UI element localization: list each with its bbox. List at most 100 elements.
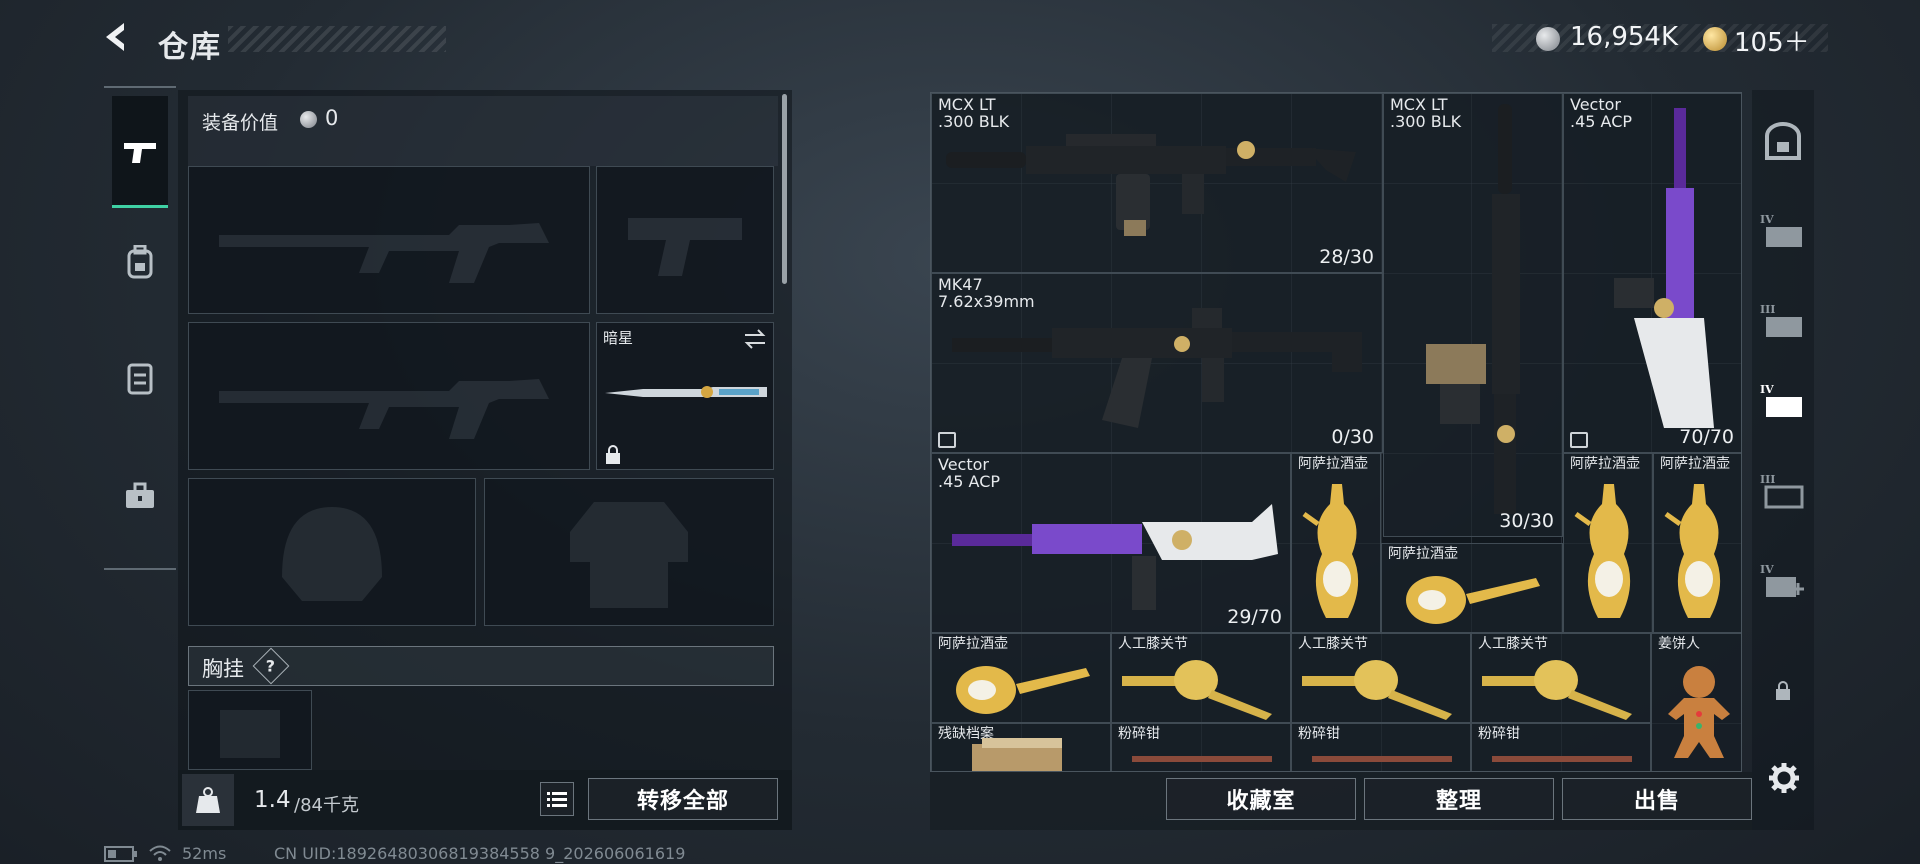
swap-icon[interactable] [743,329,767,349]
list-icon [547,792,567,807]
rifle-icon [952,308,1362,428]
rail-case-iv-selected[interactable]: IV [1752,356,1814,446]
rail-case-iv-add[interactable]: IV [1752,536,1814,626]
ewer-icon [1664,484,1721,618]
gold-balance[interactable]: 105＋ [1734,22,1810,59]
loadout-value: 0 [325,106,339,130]
chest-rig-label: 胸挂 [202,657,244,681]
svg-text:IV: IV [1760,213,1774,226]
pistol-slot[interactable] [596,166,774,314]
svg-text:IV: IV [1760,563,1774,576]
grid-item-pliers[interactable]: 粉碎钳 [1471,723,1651,771]
item-name: Vector .45 ACP [938,455,1001,491]
transfer-all-button[interactable]: 转移全部 [588,778,778,820]
rifle-icon [946,134,1356,236]
secondary-weapon-slot[interactable] [188,322,590,470]
pistol-silhouette-icon [628,218,742,276]
weight-icon [182,774,234,826]
ewer-icon [1574,484,1631,618]
rail-case-iii[interactable]: III [1752,446,1814,536]
grid-item-knee[interactable]: 人工膝关节 [1471,633,1651,723]
gold-coin-icon [1703,27,1727,51]
rail-case-iii[interactable]: III [1752,276,1814,366]
collection-room-button[interactable]: 收藏室 [1166,778,1356,820]
case-tier-iii-icon: III [1760,303,1802,337]
sort-button[interactable]: 整理 [1364,778,1554,820]
container-rail: IV III IV III IV [1752,90,1814,830]
knife-icon [605,386,767,398]
page-title: 仓库 [158,30,222,65]
rifle-silhouette-icon [219,223,549,283]
warehouse-grid: MCX LT .300 BLK 28/30 MCX LT .300 BLK 30/3… [930,92,1742,772]
rail-safe-box[interactable] [1752,96,1814,186]
chest-rig-icon [127,363,153,395]
ewer-lying-icon [956,666,1090,714]
item-name: 粉碎钳 [1298,726,1340,742]
settings-button[interactable] [1766,760,1802,796]
tab-weapons[interactable] [112,96,168,208]
grid-item-ewer[interactable]: 阿萨拉酒壶 [1291,453,1381,633]
silver-coin-icon [300,111,317,128]
weight-current: 1.4 [254,787,291,813]
loadout-tabs [104,86,176,570]
list-view-button[interactable] [540,782,574,816]
gear-icon [1769,763,1799,793]
item-name: 姜饼人 [1658,636,1700,652]
case-tier-iv-icon: IV [1760,213,1802,247]
grid-item-ewer[interactable]: 阿萨拉酒壶 [1653,453,1741,633]
grid-item-mk47[interactable]: MK47 7.62x39mm 0/30 [931,273,1383,453]
rail-case-iv[interactable]: IV [1752,186,1814,276]
grid-item-knee[interactable]: 人工膝关节 [1111,633,1291,723]
smg-vertical-icon [1614,108,1714,428]
grid-item-files[interactable]: 残缺档案 [931,723,1111,771]
armor-silhouette-icon [570,502,688,608]
uid-text: CN UID:18926480306819384558 9_2026060616… [274,844,686,863]
rail-locked-slot[interactable] [1752,646,1814,736]
item-name: 粉碎钳 [1118,726,1160,742]
smg-icon [952,504,1278,610]
item-count: 0/30 [1331,426,1374,448]
knee-joint-icon [1122,660,1272,720]
gingerbread-icon [1668,666,1730,758]
lock-icon [606,445,620,464]
tab-toolbox[interactable] [112,440,168,552]
melee-slot[interactable]: 暗星 [596,322,774,470]
tab-chest-rig[interactable] [112,322,168,434]
ping-text: 52ms [182,844,227,863]
grid-item-mcx[interactable]: MCX LT .300 BLK 28/30 [931,93,1383,273]
armor-slot[interactable] [484,478,774,626]
backpack-icon [127,245,153,279]
grid-item-gingerbread[interactable]: 姜饼人 [1651,633,1741,771]
grid-item-ewer[interactable]: 阿萨拉酒壶 [931,633,1111,723]
knee-joint-icon [1302,660,1452,720]
helmet-slot[interactable] [188,478,476,626]
grid-item-knee[interactable]: 人工膝关节 [1291,633,1471,723]
item-name: 阿萨拉酒壶 [1570,456,1640,472]
case-tier-iii-icon: III [1760,473,1804,509]
grid-item-mcx[interactable]: MCX LT .300 BLK 30/30 [1383,93,1563,537]
loadout-scrollbar[interactable] [782,94,787,284]
rig-silhouette-icon [220,710,280,758]
grid-item-pliers[interactable]: 粉碎钳 [1111,723,1291,771]
pistol-icon [124,142,156,163]
grid-item-vector[interactable]: Vector .45 ACP 70/70 [1563,93,1741,453]
item-name: 阿萨拉酒壶 [938,636,1008,652]
title-stripe [228,26,446,52]
no-attachment-icon [1570,432,1588,448]
svg-text:III: III [1760,473,1775,486]
item-count: 30/30 [1499,510,1554,532]
tab-backpack[interactable] [112,206,168,318]
chest-rig-slot[interactable] [188,690,312,770]
grid-item-pliers[interactable]: 粉碎钳 [1291,723,1471,771]
sell-button[interactable]: 出售 [1562,778,1752,820]
grid-item-ewer[interactable]: 阿萨拉酒壶 [1563,453,1653,633]
no-attachment-icon [938,432,956,448]
back-arrow-icon[interactable] [100,20,140,60]
battery-icon [104,846,137,862]
wifi-icon [149,845,171,861]
grid-item-vector[interactable]: Vector .45 ACP 29/70 [931,453,1291,633]
item-name: 粉碎钳 [1478,726,1520,742]
grid-item-ewer[interactable]: 阿萨拉酒壶 [1381,543,1563,633]
item-name: 阿萨拉酒壶 [1660,456,1730,472]
primary-weapon-slot[interactable] [188,166,590,314]
